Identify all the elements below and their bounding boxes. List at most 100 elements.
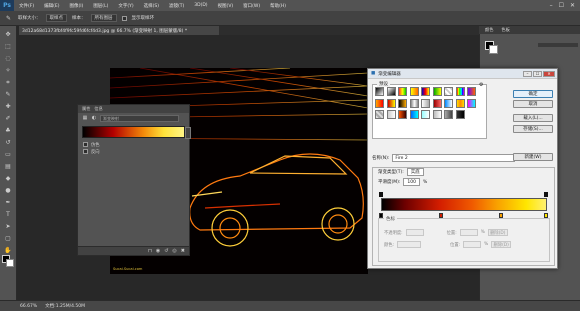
lasso-tool-icon[interactable]: ◌ [4, 54, 13, 63]
maximize-button[interactable]: ☐ [559, 2, 564, 9]
gradient-preset[interactable] [455, 98, 465, 108]
gradient-preset[interactable] [455, 87, 465, 96]
gradient-preset[interactable] [432, 110, 442, 119]
menu-edit[interactable]: 编辑(E) [39, 3, 64, 9]
marquee-tool-icon[interactable]: ⬚ [4, 42, 13, 51]
menu-window[interactable]: 窗口(W) [238, 3, 265, 9]
panel-background-swatch[interactable] [489, 45, 498, 54]
color-location-input[interactable] [463, 241, 482, 248]
gradient-preset[interactable] [409, 110, 419, 119]
menu-layer[interactable]: 图层(L) [88, 3, 113, 9]
gradient-preset[interactable] [432, 98, 442, 108]
move-tool-icon[interactable]: ✥ [4, 30, 13, 39]
eraser-tool-icon[interactable]: ▭ [4, 150, 13, 159]
type-tool-icon[interactable]: T [4, 210, 13, 219]
color-slider[interactable] [538, 43, 578, 47]
clone-stamp-icon[interactable]: ♣ [4, 126, 13, 135]
gradient-preset[interactable] [398, 87, 407, 96]
reverse-checkbox[interactable] [83, 149, 88, 154]
menu-file[interactable]: 文件(F) [14, 3, 39, 9]
gradient-dropdown-button[interactable] [185, 127, 191, 139]
clip-icon[interactable]: ⊓ [148, 248, 152, 254]
gradient-preset[interactable] [421, 87, 430, 96]
sample-size-select[interactable]: 取样点 [45, 14, 67, 22]
close-button[interactable]: ✕ [570, 2, 575, 9]
show-ring-checkbox[interactable] [121, 15, 127, 21]
crop-tool-icon[interactable]: ⌗ [4, 78, 13, 87]
gradient-preset[interactable] [444, 87, 453, 96]
gradient-preset[interactable] [444, 110, 453, 119]
gradient-tool-icon[interactable]: ▤ [4, 162, 13, 171]
gradient-preset[interactable] [409, 98, 419, 108]
trash-icon[interactable]: ✖ [181, 248, 185, 254]
gradient-preset[interactable] [398, 98, 407, 108]
gradient-map-preview[interactable] [82, 126, 191, 139]
dialog-close-button[interactable]: ✕ [543, 70, 555, 77]
menu-filter[interactable]: 滤镜(T) [164, 3, 189, 9]
tab-info[interactable]: 信息 [94, 106, 102, 112]
tab-swatches[interactable]: 色板 [498, 27, 512, 33]
gradient-type-select[interactable]: 实底 [406, 168, 424, 176]
gradient-preset[interactable] [467, 98, 476, 108]
menu-select[interactable]: 选择(S) [139, 3, 164, 9]
path-select-icon[interactable]: ➤ [4, 222, 13, 231]
smoothness-input[interactable]: 100 [403, 178, 421, 186]
presets-gear-icon[interactable]: ⚙ [479, 82, 483, 88]
opacity-delete-button[interactable]: 删除(D) [487, 229, 508, 236]
background-color-swatch[interactable] [6, 259, 14, 267]
zoom-level[interactable]: 66.67% [20, 304, 37, 309]
gradient-preset[interactable] [467, 87, 476, 96]
name-input[interactable]: Fire 2 [392, 153, 516, 162]
color-swatch-input[interactable] [397, 241, 422, 248]
gradient-preset[interactable] [432, 87, 442, 96]
gradient-preset[interactable] [455, 110, 465, 119]
gradient-preset[interactable] [375, 110, 384, 119]
load-button[interactable]: 载入(L)... [513, 114, 553, 122]
ok-button[interactable]: 确定 [513, 90, 553, 98]
tab-properties[interactable]: 属性 [82, 106, 90, 112]
menu-type[interactable]: 文字(Y) [113, 3, 138, 9]
gradient-preset[interactable] [375, 98, 384, 108]
opacity-stop-left[interactable] [379, 192, 383, 197]
cancel-button[interactable]: 取消 [513, 100, 553, 108]
gradient-preset[interactable] [421, 98, 430, 108]
dither-checkbox[interactable] [83, 142, 88, 147]
color-delete-button[interactable]: 删除(D) [491, 241, 512, 248]
menu-image[interactable]: 图像(I) [64, 3, 88, 9]
dialog-minimize-button[interactable]: – [523, 70, 532, 77]
dialog-maximize-button[interactable]: ☐ [533, 70, 542, 77]
menu-view[interactable]: 视图(V) [213, 3, 239, 9]
menu-help[interactable]: 帮助(H) [265, 3, 291, 9]
hand-tool-icon[interactable]: ✋ [4, 246, 13, 255]
document-tab[interactable]: 3d12a68d1373fbf4f9fc59fd6fcf4d3.jpg @ 66… [19, 26, 219, 35]
healing-brush-icon[interactable]: ✚ [4, 102, 13, 111]
gradient-preset[interactable] [386, 110, 396, 119]
sample-select[interactable]: 所有图层 [90, 14, 117, 22]
gradient-preset[interactable] [398, 110, 407, 119]
gradient-preset[interactable] [409, 87, 419, 96]
gradient-preset[interactable] [386, 98, 396, 108]
dodge-tool-icon[interactable]: ● [4, 186, 13, 195]
eyedropper-icon[interactable]: ✎ [4, 90, 13, 99]
visibility-icon[interactable]: ◎ [172, 248, 176, 254]
history-brush-icon[interactable]: ↺ [4, 138, 13, 147]
tab-color[interactable]: 颜色 [482, 27, 496, 33]
opacity-input[interactable] [405, 229, 424, 236]
new-button[interactable]: 新建(W) [513, 153, 553, 161]
quick-select-tool-icon[interactable]: ✧ [4, 66, 13, 75]
gradient-preset[interactable] [375, 87, 384, 96]
reset-icon[interactable]: ↺ [164, 248, 168, 254]
pen-tool-icon[interactable]: ✒ [4, 198, 13, 207]
gradient-bar[interactable] [381, 198, 547, 211]
shape-tool-icon[interactable]: ▢ [4, 234, 13, 243]
eyedropper-tool-icon[interactable]: ✎ [4, 14, 13, 23]
gradient-preset[interactable] [421, 110, 430, 119]
blur-tool-icon[interactable]: ◆ [4, 174, 13, 183]
brush-tool-icon[interactable]: ✐ [4, 114, 13, 123]
opacity-stop-right[interactable] [544, 192, 548, 197]
eye-icon[interactable]: ◉ [156, 248, 160, 254]
opacity-location-input[interactable] [459, 229, 478, 236]
minimize-button[interactable]: – [550, 2, 553, 9]
gradient-preset[interactable] [444, 98, 453, 108]
save-button[interactable]: 存储(S)... [513, 125, 553, 133]
